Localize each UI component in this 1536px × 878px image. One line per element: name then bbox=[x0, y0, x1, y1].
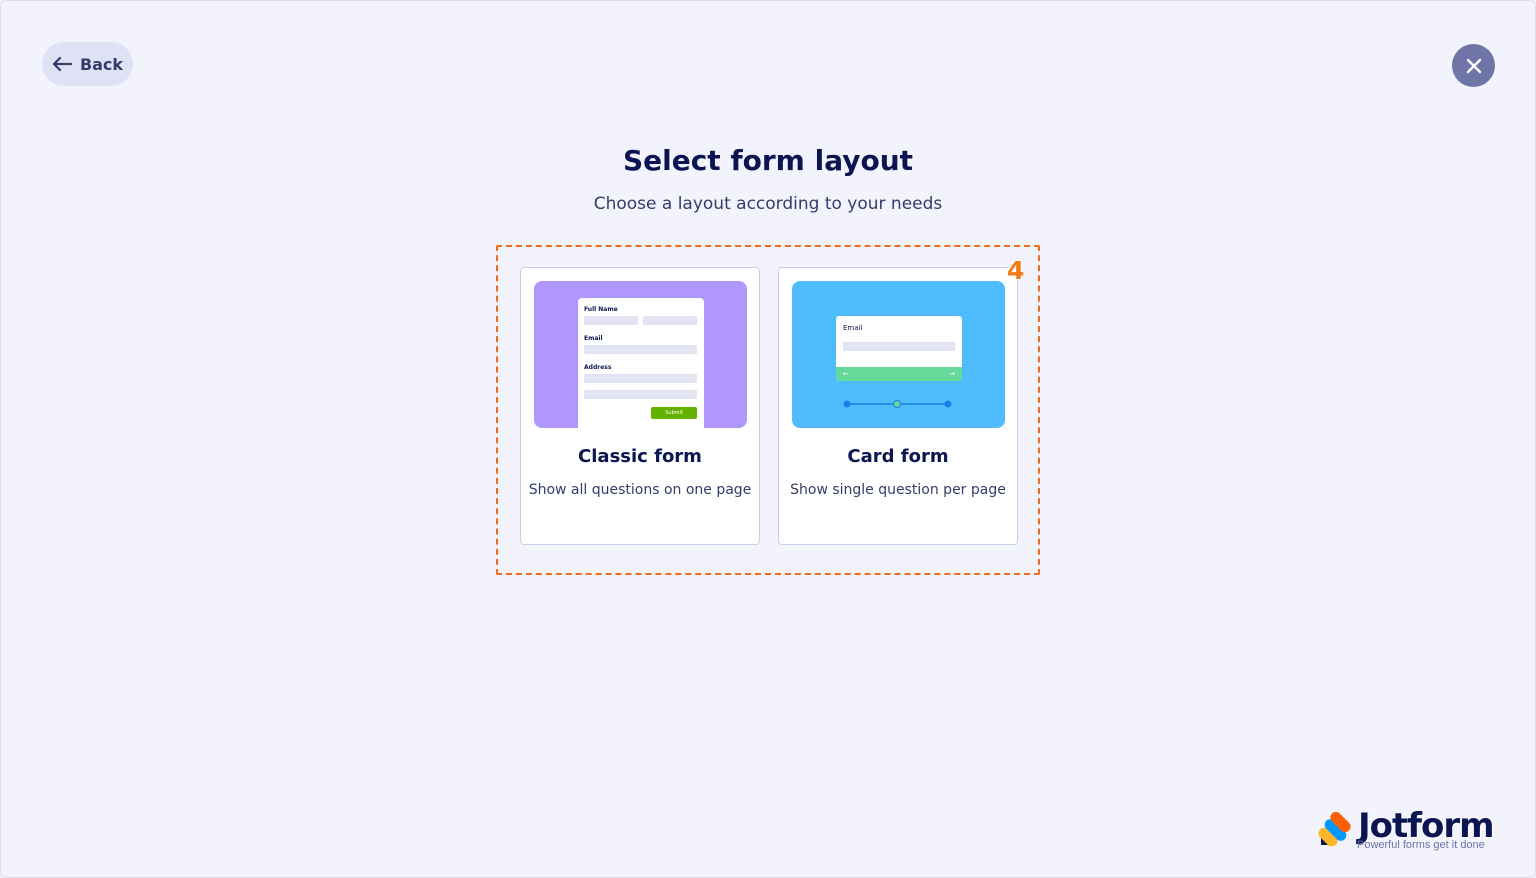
classic-form-preview: Full Name Email Address Submit bbox=[534, 281, 747, 428]
jotform-logo[interactable]: Jotform Powerful forms get it done bbox=[1318, 806, 1498, 856]
layout-option-card[interactable]: Email ← → Card form Show single question… bbox=[778, 267, 1018, 545]
annotation-marker: 4 bbox=[1007, 256, 1025, 285]
card-form-preview: Email ← → bbox=[792, 281, 1005, 428]
preview-form-sheet: Full Name Email Address Submit bbox=[578, 298, 704, 428]
layout-description: Show all questions on one page bbox=[528, 482, 752, 498]
preview-field bbox=[584, 345, 697, 354]
preview-label: Address bbox=[584, 364, 612, 371]
preview-submit-button: Submit bbox=[651, 407, 697, 419]
preview-field bbox=[643, 316, 697, 325]
arrow-left-icon bbox=[52, 56, 72, 72]
layout-title: Card form bbox=[847, 446, 949, 467]
brand-tagline: Powerful forms get it done bbox=[1357, 839, 1485, 851]
preview-field bbox=[584, 374, 697, 383]
layout-title: Classic form bbox=[578, 446, 702, 467]
page-subtitle: Choose a layout according to your needs bbox=[593, 194, 943, 214]
layout-option-classic[interactable]: Full Name Email Address Submit Classic f… bbox=[520, 267, 760, 545]
close-icon bbox=[1466, 58, 1481, 73]
preview-field bbox=[584, 316, 638, 325]
progress-dots-icon bbox=[843, 400, 952, 408]
preview-field bbox=[584, 390, 697, 399]
back-button-label: Back bbox=[79, 54, 124, 74]
layout-description: Show single question per page bbox=[790, 482, 1006, 498]
page-title: Select form layout bbox=[622, 144, 914, 177]
preview-label: Full Name bbox=[584, 306, 618, 313]
close-button[interactable] bbox=[1452, 44, 1495, 87]
back-button[interactable]: Back bbox=[42, 42, 133, 86]
jotform-logo-icon bbox=[1318, 811, 1351, 846]
preview-label: Email bbox=[584, 335, 603, 342]
